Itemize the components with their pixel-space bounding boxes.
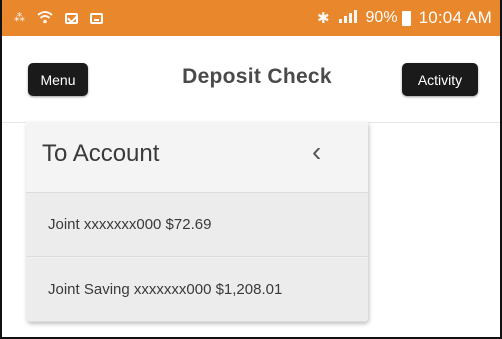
activity-button[interactable]: Activity xyxy=(402,63,478,96)
app-header: Menu Deposit Check Activity xyxy=(2,36,500,123)
chevron-left-icon[interactable]: ‹ xyxy=(312,138,321,166)
account-option-joint-saving[interactable]: Joint Saving xxxxxxx000 $1,208.01 xyxy=(26,258,368,322)
bluetooth-icon: ✱ xyxy=(316,9,330,27)
battery-icon xyxy=(401,10,411,26)
status-right-icons: ✱ 90% 10:04 AM xyxy=(317,8,492,28)
account-option-label: Joint xxxxxxx000 $72.69 xyxy=(48,216,212,233)
dropdown-title: To Account xyxy=(42,140,160,167)
wifi-icon xyxy=(37,10,53,27)
mail-icon xyxy=(65,12,78,24)
status-left-icons: ⁂ xyxy=(14,10,103,27)
to-account-dropdown: To Account ‹ Joint xxxxxxx000 $72.69 Joi… xyxy=(26,122,368,322)
status-bar: ⁂ ✱ 90% 10:04 AM xyxy=(2,0,500,36)
page-title: Deposit Check xyxy=(182,65,332,88)
cell-signal-icon xyxy=(338,9,358,27)
account-option-label: Joint Saving xxxxxxx000 $1,208.01 xyxy=(48,281,283,298)
signal-small-icon: ⁂ xyxy=(14,11,25,24)
app-screen: ⁂ ✱ 90% 10:04 AM Menu Deposit Check Acti… xyxy=(0,0,502,339)
dropdown-header[interactable]: To Account ‹ xyxy=(26,122,368,193)
account-option-joint[interactable]: Joint xxxxxxx000 $72.69 xyxy=(26,193,368,257)
battery-percent: 90% xyxy=(365,9,398,26)
status-time: 10:04 AM xyxy=(418,8,492,27)
menu-button[interactable]: Menu xyxy=(28,63,88,96)
image-icon xyxy=(90,12,103,24)
